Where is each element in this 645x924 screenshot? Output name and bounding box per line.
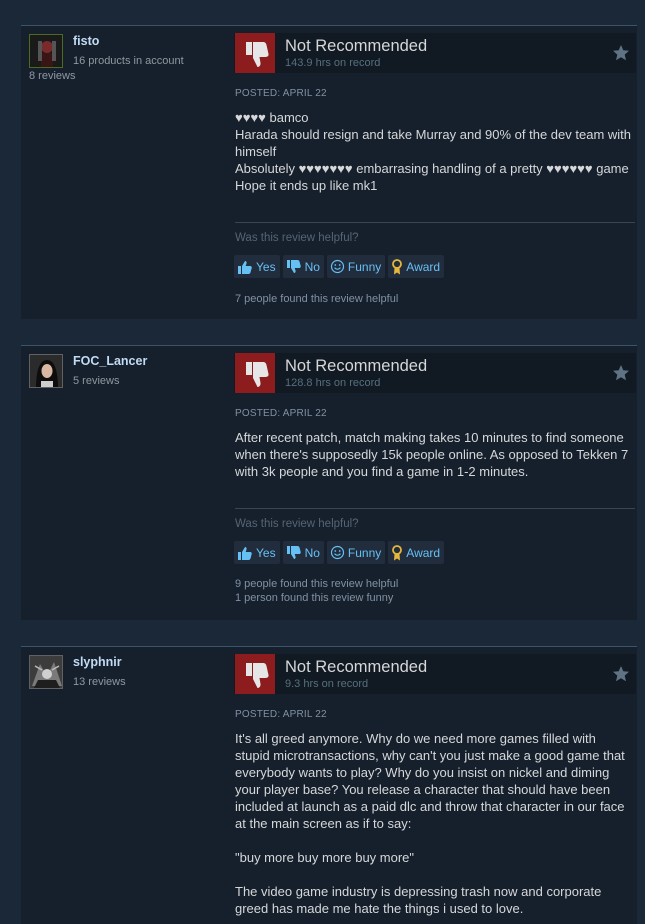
yes-label: Yes: [256, 545, 276, 560]
helpful-count: 7 people found this review helpful: [235, 292, 398, 306]
products-in-account[interactable]: 16 products in account: [73, 55, 184, 67]
award-icon: [391, 544, 403, 561]
award-label: Award: [406, 259, 441, 274]
found-helpful-text: 9 people found this review helpful: [235, 578, 399, 590]
thumbs-down-small-icon: [286, 259, 302, 274]
hours-on-record: 128.8 hrs on record: [285, 377, 381, 389]
username[interactable]: FOC_Lancer: [73, 354, 147, 368]
vote-header: Not Recommended 9.3 hrs on record: [234, 654, 636, 694]
review-card: fisto 16 products in account 8 reviews N…: [21, 25, 637, 319]
funny-button[interactable]: Funny: [326, 541, 386, 564]
thumbs-down-icon: [235, 353, 275, 393]
avatar[interactable]: [29, 655, 63, 689]
found-funny-text: 1 person found this review funny: [235, 592, 394, 604]
verdict-title[interactable]: Not Recommended: [285, 357, 427, 376]
review-line: [235, 832, 631, 849]
yes-label: Yes: [256, 259, 276, 274]
review-line: "buy more buy more buy more": [235, 850, 415, 865]
vote-header: Not Recommended 143.9 hrs on record: [234, 33, 636, 73]
review-line: Absolutely ♥♥♥♥♥♥♥ embarrasing handling …: [235, 161, 629, 176]
review-card: FOC_Lancer 5 reviews Not Recommended 128…: [21, 345, 637, 620]
smiley-icon: [330, 545, 345, 560]
review-line: After recent patch, match making takes 1…: [235, 430, 632, 479]
hours-on-record: 9.3 hrs on record: [285, 678, 369, 690]
funny-label: Funny: [347, 259, 382, 274]
star-icon[interactable]: [612, 364, 630, 387]
award-label: Award: [406, 545, 441, 560]
review-text: It's all greed anymore. Why do we need m…: [235, 730, 631, 917]
vote-buttons: Yes No Funny Award: [234, 541, 445, 564]
verdict-title[interactable]: Not Recommended: [285, 658, 427, 677]
posted-date: POSTED: APRIL 22: [235, 408, 327, 419]
no-button[interactable]: No: [282, 541, 324, 564]
yes-button[interactable]: Yes: [234, 541, 280, 564]
posted-date: POSTED: APRIL 22: [235, 709, 327, 720]
username[interactable]: fisto: [73, 34, 99, 48]
review-line: It's all greed anymore. Why do we need m…: [235, 731, 629, 831]
smiley-icon: [330, 259, 345, 274]
thumbs-down-icon: [235, 33, 275, 73]
review-line: Hope it ends up like mk1: [235, 178, 378, 193]
award-button[interactable]: Award: [388, 255, 445, 278]
thumbs-up-icon: [237, 260, 253, 274]
helpful-question: Was this review helpful?: [235, 518, 359, 530]
review-text: After recent patch, match making takes 1…: [235, 429, 631, 480]
review-count[interactable]: 5 reviews: [73, 375, 119, 387]
thumbs-down-icon: [235, 654, 275, 694]
review-count[interactable]: 13 reviews: [73, 676, 126, 688]
funny-button[interactable]: Funny: [326, 255, 386, 278]
found-helpful-text: 7 people found this review helpful: [235, 293, 399, 305]
divider: [235, 222, 635, 223]
yes-button[interactable]: Yes: [234, 255, 280, 278]
vote-header: Not Recommended 128.8 hrs on record: [234, 353, 636, 393]
thumbs-up-icon: [237, 546, 253, 560]
helpful-count: 9 people found this review helpful 1 per…: [235, 577, 398, 605]
award-icon: [391, 258, 403, 275]
vote-buttons: Yes No Funny Award: [234, 255, 445, 278]
review-text: ♥♥♥♥ bamco Harada should resign and take…: [235, 109, 631, 194]
no-label: No: [304, 259, 320, 274]
star-icon[interactable]: [612, 44, 630, 67]
funny-label: Funny: [347, 545, 382, 560]
hours-on-record: 143.9 hrs on record: [285, 57, 381, 69]
helpful-question: Was this review helpful?: [235, 232, 359, 244]
username[interactable]: slyphnir: [73, 655, 122, 669]
review-card: slyphnir 13 reviews Not Recommended 9.3 …: [21, 646, 637, 924]
no-label: No: [304, 545, 320, 560]
no-button[interactable]: No: [282, 255, 324, 278]
review-line: ♥♥♥♥ bamco: [235, 110, 309, 125]
review-line: Harada should resign and take Murray and…: [235, 127, 635, 159]
star-icon[interactable]: [612, 665, 630, 688]
thumbs-down-small-icon: [286, 545, 302, 560]
posted-date: POSTED: APRIL 22: [235, 88, 327, 99]
review-count[interactable]: 8 reviews: [29, 70, 75, 82]
avatar[interactable]: [29, 34, 63, 68]
award-button[interactable]: Award: [388, 541, 445, 564]
review-line: [235, 866, 631, 883]
verdict-title[interactable]: Not Recommended: [285, 37, 427, 56]
avatar[interactable]: [29, 354, 63, 388]
divider: [235, 508, 635, 509]
review-line: The video game industry is depressing tr…: [235, 884, 605, 916]
